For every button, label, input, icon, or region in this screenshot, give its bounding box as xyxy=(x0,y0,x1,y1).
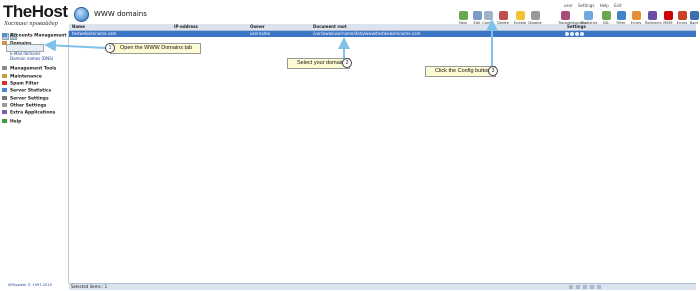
callout-3-number: 3 xyxy=(488,66,498,76)
toolbar-button-enable[interactable]: Enable xyxy=(513,11,527,25)
spam-filter-icon xyxy=(2,81,7,85)
row-root: /var/www/username/data/www/testwebsitena… xyxy=(313,31,421,36)
mime-icon xyxy=(663,11,673,20)
callout-1: Open the WWW Domains tab xyxy=(110,43,201,54)
setting-icon xyxy=(575,32,579,36)
pager xyxy=(569,285,604,291)
toolbar-button-troubleshooting[interactable]: Troubleshooting xyxy=(558,11,587,25)
callout-1-text: Open the WWW Domains tab xyxy=(120,45,193,51)
config-icon xyxy=(483,11,493,20)
sidebar-section-spam-filter[interactable]: Spam Filter xyxy=(2,81,39,87)
sidebar: Accounts ManagementDomainsManagement Too… xyxy=(0,31,69,283)
sidebar-section-label: Server Settings xyxy=(10,96,49,102)
next-page-icon[interactable] xyxy=(583,285,587,289)
callout-1-number: 1 xyxy=(105,43,115,53)
statistics-icon xyxy=(2,88,7,92)
callout-3-text: Click the Config button xyxy=(435,68,491,74)
sidebar-section-label: Help xyxy=(10,119,22,125)
enable-icon xyxy=(515,11,525,20)
logo-tagline: Хостинг провайдер xyxy=(4,20,58,27)
selected-count: Selected items : 1 xyxy=(71,284,108,289)
sidebar-section-server-settings[interactable]: Server Settings xyxy=(2,96,49,102)
back-icon xyxy=(689,11,699,20)
sidebar-section-label: Extra Applications xyxy=(10,110,56,116)
sidebar-item-domain-names-dns-[interactable]: Domain names (DNS) xyxy=(10,56,53,61)
other-settings-icon xyxy=(2,103,7,107)
sidebar-section-extra-applications[interactable]: Extra Applications xyxy=(2,110,55,116)
page-title: WWW domains xyxy=(94,10,147,18)
sidebar-section-label: Accounts Management xyxy=(10,33,67,39)
col-name[interactable]: Name xyxy=(72,24,85,30)
col-ip[interactable]: IP-address xyxy=(174,24,198,30)
toolbar-button-ssl[interactable]: SSL xyxy=(599,11,613,25)
sidebar-section-server-statistics[interactable]: Server Statistics xyxy=(2,88,51,94)
new-icon xyxy=(458,11,468,20)
row-name[interactable]: testwebsitename.com xyxy=(72,31,116,37)
help-link[interactable]: Help xyxy=(600,3,609,8)
settings-link[interactable]: Settings xyxy=(578,3,594,8)
callout-arrows xyxy=(44,19,498,66)
toolbar-button-delete[interactable]: Delete xyxy=(496,11,510,25)
toolbar-button-mime[interactable]: MIME xyxy=(661,11,675,25)
callout-2-number: 2 xyxy=(342,58,352,68)
row-owner: username xyxy=(250,31,270,36)
settings-icon xyxy=(2,96,7,100)
sidebar-section-other-settings[interactable]: Other Settings xyxy=(2,103,46,109)
sidebar-section-management-tools[interactable]: Management Tools xyxy=(2,66,56,72)
sidebar-section-label: Other Settings xyxy=(10,103,47,109)
ssl-icon xyxy=(601,11,611,20)
callout-2-text: Select your domain xyxy=(297,60,345,66)
troubleshoot-icon xyxy=(560,11,570,20)
globe-icon xyxy=(74,7,89,22)
toolbar-button-back[interactable]: Back xyxy=(687,11,700,25)
grid-header: Name IP-address Owner Document root Sett… xyxy=(69,24,696,31)
col-owner[interactable]: Owner xyxy=(250,24,265,30)
disable-icon xyxy=(530,11,540,20)
redirects-icon xyxy=(647,11,657,20)
row-settings xyxy=(565,32,585,38)
sidebar-section-label: Maintenance xyxy=(10,74,42,80)
accounts-icon xyxy=(2,33,7,37)
logo: TheHost xyxy=(3,2,68,21)
toolbar-button-filter[interactable]: Filter xyxy=(614,11,628,25)
sidebar-section-help[interactable]: Help xyxy=(2,119,21,125)
delete-icon xyxy=(498,11,508,20)
toolbar-button-disable[interactable]: Disable xyxy=(528,11,542,25)
callout-3: Click the Config button xyxy=(425,66,496,77)
sidebar-item-www-domains-highlight xyxy=(6,44,44,52)
sidebar-section-label: Server Statistics xyxy=(10,88,52,94)
toolbar-button-config[interactable]: Config xyxy=(481,11,495,25)
prev-page-icon[interactable] xyxy=(576,285,580,289)
setting-icon xyxy=(580,32,584,36)
user-bar: user Settings Help Exit xyxy=(560,3,622,8)
help-icon xyxy=(2,119,7,123)
table-row[interactable]: testwebsitename.com username /var/www/us… xyxy=(69,31,696,37)
errors-icon xyxy=(677,11,687,20)
filter-icon xyxy=(616,11,626,20)
callout-2: Select your domain xyxy=(287,58,350,69)
first-page-icon[interactable] xyxy=(569,285,573,289)
sidebar-section-accounts-management[interactable]: Accounts Management xyxy=(2,33,66,39)
sidebar-section-maintenance[interactable]: Maintenance xyxy=(2,74,42,80)
sidebar-section-label: Management Tools xyxy=(10,66,57,72)
toolbar-button-redirects[interactable]: Redirects xyxy=(645,11,662,25)
refresh-icon[interactable] xyxy=(597,285,601,289)
tools-icon xyxy=(2,66,7,70)
setting-icon xyxy=(565,32,569,36)
user-name: user xyxy=(564,3,573,8)
sidebar-section-label: Spam Filter xyxy=(10,81,39,87)
col-root[interactable]: Document root xyxy=(313,24,347,30)
statistics-icon xyxy=(583,11,593,20)
last-page-icon[interactable] xyxy=(590,285,594,289)
col-settings[interactable]: Settings xyxy=(567,24,586,30)
setting-icon xyxy=(570,32,574,36)
errors-icon xyxy=(631,11,641,20)
maintenance-icon xyxy=(2,74,7,78)
toolbar-button-errors[interactable]: Errors xyxy=(629,11,643,25)
toolbar-button-statistics[interactable]: Statistics xyxy=(581,11,597,25)
applications-icon xyxy=(2,110,7,114)
toolbar-button-new[interactable]: New xyxy=(456,11,470,25)
exit-link[interactable]: Exit xyxy=(614,3,622,8)
footer-copyright[interactable]: ISPsystem © 1997-2010 xyxy=(8,283,52,287)
